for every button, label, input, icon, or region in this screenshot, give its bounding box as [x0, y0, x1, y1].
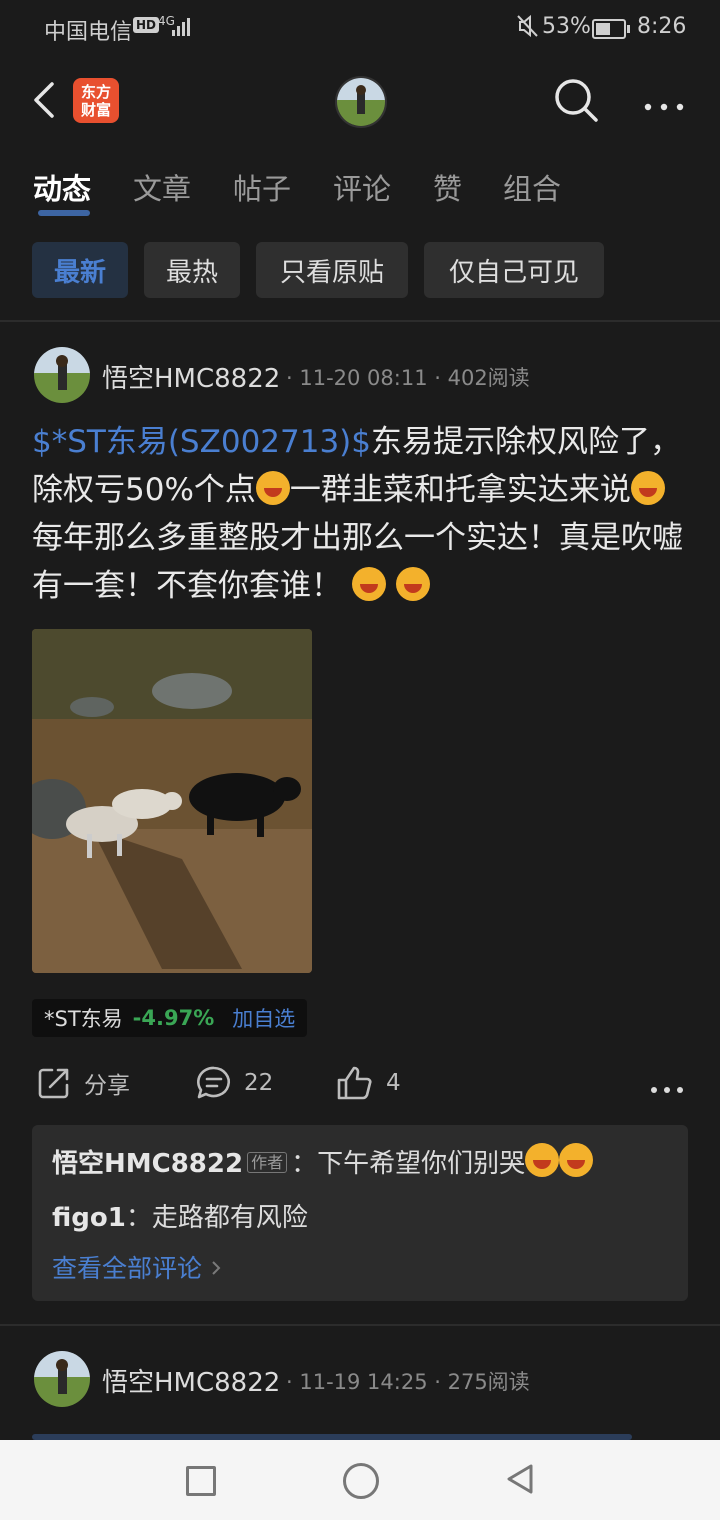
avatar[interactable] — [34, 1351, 90, 1407]
app-logo[interactable]: 东方 财富 — [73, 78, 119, 123]
comment-count: 22 — [244, 1070, 274, 1096]
battery-percent: 53% — [542, 14, 591, 39]
tab-dynamic[interactable]: 动态 — [33, 166, 91, 208]
post-username[interactable]: 悟空HMC8822 — [102, 1362, 280, 1399]
triangle-back-icon — [507, 1464, 533, 1494]
comments-preview[interactable]: 悟空HMC8822 作者 ：下午希望你们别哭 figo1：走路都有风险 查看全部评论 — [32, 1125, 688, 1301]
laughing-crying-emoji-icon — [630, 471, 665, 505]
avatar[interactable] — [34, 347, 90, 403]
post-body[interactable]: $*ST东易(SZ002713)$东易提示除权风险了，除权亏50%个点 一群韭菜和… — [32, 418, 692, 610]
filter-self-visible[interactable]: 仅自己可见 — [424, 242, 604, 298]
home-button[interactable] — [343, 1463, 379, 1499]
tab-comments[interactable]: 评论 — [333, 166, 391, 208]
post-image-goats[interactable] — [32, 629, 312, 973]
carrier-label: 中国电信 — [44, 20, 133, 45]
battery-icon — [592, 19, 630, 39]
comment-separator: ： — [291, 1149, 318, 1179]
comment-item[interactable]: 悟空HMC8822 作者 ：下午希望你们别哭 — [52, 1143, 594, 1180]
post-more-button[interactable] — [650, 1079, 684, 1098]
comment-icon — [197, 1066, 230, 1099]
filter-hottest[interactable]: 最热 — [144, 242, 240, 298]
tab-likes[interactable]: 赞 — [433, 166, 462, 208]
comment-button[interactable]: 22 — [196, 1065, 273, 1101]
system-back-button[interactable] — [505, 1463, 535, 1499]
stock-link[interactable]: $*ST东易(SZ002713)$ — [32, 424, 371, 460]
filter-latest[interactable]: 最新 — [32, 242, 128, 298]
add-watchlist-button[interactable]: 加自选 — [232, 1003, 295, 1033]
comment-author[interactable]: figo1 — [52, 1203, 126, 1233]
share-button[interactable]: 分享 — [36, 1065, 130, 1101]
post-body-clipped[interactable] — [32, 1424, 692, 1440]
thumbs-up-icon — [337, 1066, 372, 1100]
like-button[interactable]: 4 — [336, 1065, 401, 1101]
logo-line1: 东方 — [80, 82, 111, 101]
author-badge: 作者 — [247, 1152, 288, 1173]
search-icon — [555, 79, 598, 122]
chevron-right-icon — [212, 1261, 221, 1275]
logo-line2: 财富 — [80, 100, 111, 119]
laughing-crying-emoji-icon — [525, 1143, 560, 1177]
share-icon — [38, 1068, 69, 1099]
comment-text: 下午希望你们别哭 — [317, 1149, 526, 1179]
laughing-crying-emoji-icon — [255, 471, 290, 505]
comment-item[interactable]: figo1：走路都有风险 — [52, 1197, 308, 1234]
post-text-part2: 一群韭菜和托拿实达来说 — [289, 472, 631, 508]
mute-icon — [517, 14, 539, 44]
grinning-emoji-icon — [351, 567, 386, 601]
chevron-left-icon — [34, 82, 54, 118]
more-icon — [651, 1087, 683, 1093]
post-username[interactable]: 悟空HMC8822 — [102, 358, 280, 395]
comment-author[interactable]: 悟空HMC8822 — [52, 1149, 243, 1179]
share-label: 分享 — [84, 1073, 130, 1099]
laughing-crying-emoji-icon — [559, 1143, 594, 1177]
grinning-emoji-icon — [395, 567, 430, 601]
tab-portfolio[interactable]: 组合 — [503, 166, 561, 208]
view-all-label: 查看全部评论 — [52, 1254, 203, 1283]
comment-text: 走路都有风险 — [151, 1203, 308, 1233]
search-button[interactable] — [553, 77, 599, 123]
filter-original-only[interactable]: 只看原贴 — [256, 242, 408, 298]
like-count: 4 — [386, 1070, 401, 1096]
tab-active-indicator — [38, 210, 90, 216]
stock-tag[interactable]: *ST东易 -4.97% 加自选 — [32, 999, 308, 1037]
more-icon — [644, 103, 684, 111]
divider — [0, 1324, 720, 1326]
divider — [0, 320, 720, 322]
hd-indicator: HD — [133, 17, 160, 33]
clock: 8:26 — [637, 14, 687, 39]
signal-icon — [172, 14, 190, 36]
tab-posts[interactable]: 帖子 — [233, 166, 291, 208]
stock-change: -4.97% — [132, 1006, 215, 1030]
stock-name: *ST东易 — [44, 1007, 123, 1031]
more-button[interactable] — [644, 96, 684, 111]
tab-articles[interactable]: 文章 — [133, 166, 191, 208]
back-button[interactable] — [30, 80, 60, 120]
recent-apps-button[interactable] — [186, 1466, 216, 1496]
post-meta: · 11-19 14:25 · 275阅读 — [286, 1370, 530, 1394]
post-meta: · 11-20 08:11 · 402阅读 — [286, 366, 530, 390]
view-all-comments-link[interactable]: 查看全部评论 — [52, 1249, 222, 1285]
comment-separator: ： — [125, 1203, 152, 1233]
header-avatar[interactable] — [335, 76, 387, 128]
status-bar: 中国电信 HD 4G 53% 8:26 — [0, 0, 720, 56]
